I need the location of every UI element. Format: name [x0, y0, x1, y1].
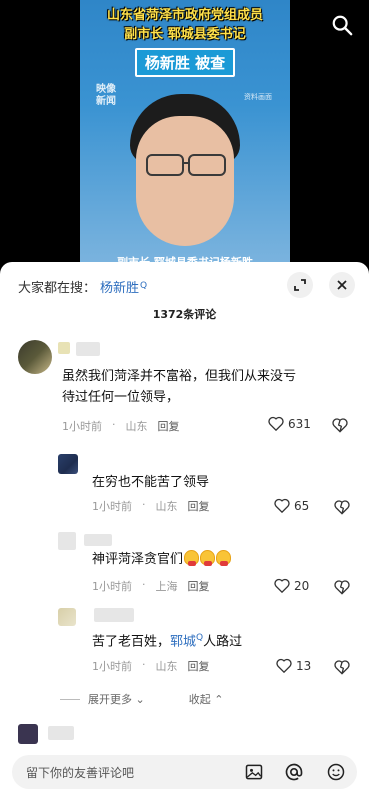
comment-input[interactable]: 留下你的友善评论吧	[12, 755, 357, 789]
comment-location: 山东	[125, 420, 148, 433]
comment-time: 1小时前	[92, 500, 132, 513]
comment-time: 1小时前	[62, 420, 102, 433]
expand-icon	[294, 279, 306, 291]
comment-text: 神评菏泽贪官们	[92, 549, 232, 570]
reply-button[interactable]: 回复	[188, 658, 210, 674]
video-headline: 山东省菏泽市政府党组成员 副市长 郓城县委书记 杨新胜 被查	[84, 6, 286, 77]
video-caption: 副市长 郓城县委书记杨新胜	[86, 254, 284, 262]
video-frame: 山东省菏泽市政府党组成员 副市长 郓城县委书记 杨新胜 被查 映像 新闻 资料画…	[80, 0, 290, 262]
expand-button[interactable]	[287, 272, 313, 298]
reply-button[interactable]: 回复	[188, 578, 210, 594]
avatar[interactable]	[18, 340, 52, 374]
dislike-icon[interactable]	[334, 659, 350, 675]
heart-icon	[276, 658, 292, 673]
comment-sheet: 大家都在搜： 杨新胜 Q 1372条评论 虽然我们菏泽并不富裕，但我们从来没亏 …	[0, 262, 369, 800]
headline-line-2: 副市长 郓城县委书记	[124, 27, 246, 42]
comment-location: 山东	[155, 660, 178, 673]
dislike-icon[interactable]	[334, 499, 350, 515]
search-keyword-icon: Q	[140, 281, 148, 291]
heart-icon	[268, 416, 284, 431]
comment-text: 在穷也不能苦了领导	[92, 475, 210, 490]
thumbs-up-emoji-icon	[184, 550, 200, 566]
comment-meta: 1小时前 · 上海 回复	[92, 578, 210, 594]
headline-tag: 杨新胜 被查	[134, 48, 236, 77]
person-portrait	[110, 90, 260, 262]
username-blurred[interactable]	[76, 342, 100, 356]
like-button[interactable]: 65	[274, 498, 309, 513]
heart-icon	[274, 498, 290, 513]
username-blurred[interactable]	[84, 534, 112, 546]
chevron-down-icon: ⌄	[135, 693, 145, 706]
avatar[interactable]	[58, 532, 76, 550]
comment-time: 1小时前	[92, 660, 132, 673]
comment-meta: 1小时前 · 山东 回复	[92, 498, 210, 514]
search-prefix: 大家都在搜：	[18, 280, 97, 296]
search-icon[interactable]	[331, 14, 353, 36]
replies-toggle: 展开更多 ⌄ 收起 ⌃	[60, 690, 309, 708]
comment-location: 上海	[155, 580, 178, 593]
reply-button[interactable]: 回复	[158, 418, 180, 434]
comment-text: 虽然我们菏泽并不富裕，但我们从来没亏 待过任何一位领导，	[62, 369, 297, 405]
headline-line-1: 山东省菏泽市政府党组成员	[106, 8, 263, 23]
avatar[interactable]	[58, 454, 78, 474]
dislike-icon[interactable]	[332, 417, 348, 433]
divider	[60, 698, 80, 700]
username-blurred[interactable]	[58, 342, 70, 354]
search-keyword[interactable]: 杨新胜	[100, 277, 139, 296]
avatar[interactable]	[58, 608, 76, 626]
username-blurred[interactable]	[94, 608, 134, 622]
username-blurred[interactable]	[48, 726, 74, 740]
like-button[interactable]: 13	[276, 658, 311, 673]
close-button[interactable]	[329, 272, 355, 298]
like-count: 65	[294, 498, 310, 513]
reply-button[interactable]: 回复	[188, 498, 210, 514]
comment-meta: 1小时前 · 山东 回复	[92, 658, 210, 674]
comment-meta: 1小时前 · 山东 回复	[62, 418, 180, 434]
collapse-button[interactable]: 收起 ⌃	[189, 691, 224, 707]
location-keyword-link[interactable]: 郓城	[170, 634, 196, 649]
like-button[interactable]: 20	[274, 578, 309, 593]
like-count: 631	[288, 416, 311, 431]
like-button[interactable]: 631	[268, 416, 311, 431]
comment-time: 1小时前	[92, 580, 132, 593]
like-count: 13	[296, 658, 312, 673]
comment-input-placeholder: 留下你的友善评论吧	[26, 766, 135, 780]
comment-location: 山东	[155, 500, 178, 513]
heart-icon	[274, 578, 290, 593]
like-count: 20	[294, 578, 310, 593]
chevron-up-icon: ⌃	[214, 693, 224, 706]
thumbs-up-emoji-icon	[200, 550, 216, 566]
mention-icon[interactable]	[284, 762, 304, 782]
comment-count: 1372条评论	[152, 308, 217, 321]
emoji-icon[interactable]	[326, 762, 346, 782]
thumbs-up-emoji-icon	[216, 550, 232, 566]
trending-search[interactable]: 大家都在搜： 杨新胜 Q	[18, 276, 147, 296]
image-icon[interactable]	[244, 762, 264, 782]
video-player[interactable]: 山东省菏泽市政府党组成员 副市长 郓城县委书记 杨新胜 被查 映像 新闻 资料画…	[0, 0, 369, 262]
close-icon	[337, 280, 347, 290]
comment-text: 苦了老百姓，郓城Q人路过	[92, 633, 243, 650]
expand-more-button[interactable]: 展开更多 ⌄	[88, 691, 145, 707]
avatar[interactable]	[18, 724, 38, 744]
dislike-icon[interactable]	[334, 579, 350, 595]
